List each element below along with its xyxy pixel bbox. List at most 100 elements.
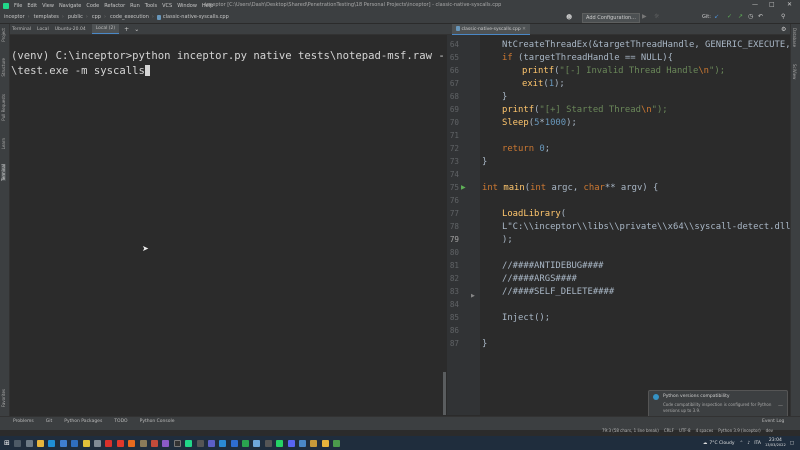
folder-icon[interactable] — [321, 439, 329, 447]
status-interpreter[interactable]: Python 3.9 (inceptor) — [718, 428, 760, 433]
git-commit-icon[interactable]: ✓ — [727, 13, 732, 20]
scrollbar-thumb[interactable] — [443, 372, 446, 415]
code-editor[interactable]: NtCreateThreadEx(&targetThreadHandle, GE… — [480, 35, 790, 415]
volume-icon[interactable]: ♪ — [747, 441, 750, 446]
tool-tab-terminal[interactable]: Terminal — [1, 164, 6, 181]
visual-studio-icon[interactable] — [162, 439, 170, 447]
tool-tab-sciview[interactable]: SciView — [792, 64, 797, 79]
obs-icon[interactable] — [196, 439, 204, 447]
chevron-down-icon[interactable]: ⌄ — [134, 26, 139, 33]
tool-tab-problems[interactable]: Problems — [13, 419, 34, 424]
breadcrumb-project[interactable]: inceptor — [4, 14, 25, 20]
mail-icon[interactable] — [71, 439, 79, 447]
clock[interactable]: 23:04 13/03/2022 — [765, 438, 786, 448]
search-icon[interactable] — [14, 439, 22, 447]
run-icon[interactable]: ▶ — [642, 13, 647, 20]
debug-icon[interactable]: ☼ — [654, 13, 659, 20]
spotify-icon[interactable] — [242, 439, 250, 447]
photos-icon[interactable] — [150, 439, 158, 447]
opera-icon[interactable] — [116, 439, 124, 447]
edge-icon[interactable] — [48, 439, 56, 447]
breadcrumb-public[interactable]: public — [68, 14, 83, 20]
vivaldi-icon[interactable] — [105, 439, 113, 447]
menu-code[interactable]: Code — [86, 3, 99, 9]
menu-view[interactable]: View — [42, 3, 54, 9]
clock-app-icon[interactable] — [264, 439, 272, 447]
line-number-gutter[interactable]: 64 65 66 67 68 69 70 71 72 73 74 75 76 7… — [447, 35, 480, 415]
menu-edit[interactable]: Edit — [27, 3, 37, 9]
tool-tab-git[interactable]: Git — [46, 419, 53, 424]
user-icon[interactable]: ☻ — [566, 14, 572, 21]
minimize-icon[interactable]: — — [752, 1, 758, 8]
active-app-icon[interactable] — [299, 439, 307, 447]
menu-vcs[interactable]: VCS — [162, 3, 172, 9]
tool-tab-project[interactable]: Project — [1, 28, 6, 42]
menu-refactor[interactable]: Refactor — [104, 3, 125, 9]
file-explorer-icon[interactable] — [37, 439, 45, 447]
notification-balloon[interactable]: Python versions compatibility Code compa… — [648, 390, 788, 418]
status-caret-position[interactable]: 79:3 (58 chars, 1 line break) — [602, 428, 659, 433]
teams-icon[interactable] — [207, 439, 215, 447]
editor-tab[interactable]: classic-native-syscalls.cpp ✕ — [452, 23, 530, 35]
windows-start-icon[interactable]: ⊞ — [4, 439, 10, 447]
close-icon[interactable]: ✕ — [787, 1, 792, 8]
history-icon[interactable]: ◷ — [748, 13, 753, 20]
keepass-icon[interactable] — [333, 439, 341, 447]
run-configuration-selector[interactable]: Add Configuration... — [582, 13, 640, 23]
breadcrumb-file[interactable]: classic-native-syscalls.cpp — [163, 14, 229, 20]
breadcrumb-templates[interactable]: templates — [34, 14, 59, 20]
gimp-icon[interactable] — [139, 439, 147, 447]
settings-icon[interactable] — [94, 439, 101, 447]
status-indent[interactable]: 4 spaces — [696, 428, 714, 433]
close-tab-icon[interactable]: ✕ — [522, 27, 526, 32]
notification-close-icon[interactable]: — — [778, 403, 783, 409]
chrome-icon[interactable] — [82, 439, 90, 447]
discord-icon[interactable] — [287, 439, 295, 447]
menu-navigate[interactable]: Navigate — [59, 3, 81, 9]
menu-window[interactable]: Window — [177, 3, 197, 9]
task-view-icon[interactable] — [25, 439, 33, 447]
git-update-icon[interactable]: ↙ — [714, 13, 719, 20]
tool-tab-learn[interactable]: Learn — [1, 138, 6, 149]
run-main-icon[interactable]: ▶ — [461, 184, 466, 191]
menu-tools[interactable]: Tools — [145, 3, 157, 9]
breadcrumb-cpp[interactable]: cpp — [92, 14, 101, 20]
terminal-tab-ubuntu[interactable]: Ubuntu-20.04 — [55, 27, 86, 32]
status-line-separator[interactable]: CRLF — [664, 428, 674, 433]
pycharm-icon[interactable] — [185, 439, 193, 447]
new-terminal-tab-icon[interactable]: + — [124, 26, 129, 33]
tool-tab-database[interactable]: Database — [792, 28, 797, 47]
keyboard-language[interactable]: ITA — [754, 441, 761, 446]
store-icon[interactable] — [59, 439, 67, 447]
search-everywhere-icon[interactable]: ⚲ — [781, 13, 785, 20]
menu-file[interactable]: File — [14, 3, 22, 9]
terminal-tab-local-2[interactable]: Local (2) — [91, 24, 120, 34]
tool-tab-structure[interactable]: Structure — [1, 58, 6, 77]
terminal-tab-local[interactable]: Local — [37, 27, 49, 32]
notification-center-icon[interactable]: □ — [790, 441, 794, 446]
archive-icon[interactable] — [310, 439, 318, 447]
tool-tab-favorites[interactable]: Favorites — [1, 389, 6, 407]
terminal-output[interactable]: (venv) C:\inceptor>python inceptor.py na… — [10, 35, 515, 415]
menu-run[interactable]: Run — [130, 3, 140, 9]
tool-tab-python-packages[interactable]: Python Packages — [64, 419, 102, 424]
tray-chevron-icon[interactable]: ⌃ — [740, 441, 744, 446]
tool-tab-python-console[interactable]: Python Console — [140, 419, 175, 424]
terminal-app-icon[interactable] — [173, 439, 181, 447]
tool-tab-todo[interactable]: TODO — [114, 419, 127, 424]
maximize-icon[interactable]: □ — [769, 1, 775, 8]
undo-icon[interactable]: ↶ — [758, 13, 763, 20]
whatsapp-icon[interactable] — [276, 439, 284, 447]
notepad-icon[interactable] — [253, 439, 261, 447]
git-push-icon[interactable]: ↗ — [738, 13, 743, 20]
tool-tab-event-log[interactable]: Event Log — [762, 419, 784, 424]
status-encoding[interactable]: UTF-8 — [679, 428, 691, 433]
weather-text[interactable]: 7°C Cloudy — [709, 441, 734, 446]
breadcrumb-code-execution[interactable]: code_execution — [110, 14, 149, 20]
wireshark-icon[interactable] — [230, 439, 238, 447]
status-branch[interactable]: dev — [766, 428, 773, 433]
firefox-icon[interactable] — [128, 439, 136, 447]
vscode-icon[interactable] — [219, 439, 227, 447]
tool-tab-pull-requests[interactable]: Pull Requests — [1, 94, 6, 121]
fold-icon[interactable]: ▶ — [471, 293, 475, 299]
